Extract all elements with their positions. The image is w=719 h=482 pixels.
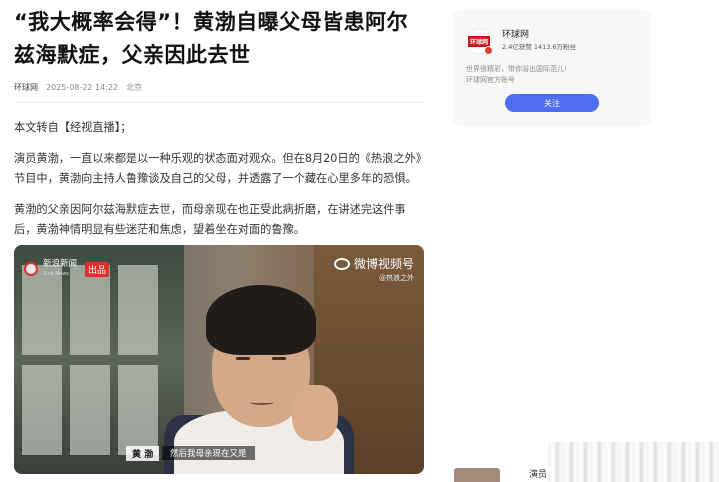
article-source[interactable]: 环球网 xyxy=(14,82,38,93)
subtitle-caption: 然后我母亲现在又是 xyxy=(162,446,255,460)
author-desc-line: 环球网官方账号 xyxy=(466,76,515,84)
divider xyxy=(14,102,424,103)
sina-logo-icon xyxy=(24,262,38,276)
weibo-logo-icon xyxy=(333,257,350,270)
article-paragraph: 本文转自【经视直播】； xyxy=(14,121,132,134)
related-title[interactable]: 演员 xyxy=(529,467,547,480)
author-card: 环球网 环球网 2.4亿获赞 1413.6万粉丝 世界很精彩，带你浴出国际范儿!… xyxy=(454,10,650,126)
watermark-text: 新浪新闻 xyxy=(43,259,78,269)
background-window xyxy=(14,245,184,474)
article-paragraph: 黄渤的父亲因阿尔兹海默症去世，而母亲现在也正受此病折磨，在讲述完这件事后，黄渤神… xyxy=(14,203,406,236)
article-meta: 环球网 2025-08-22 14:22 北京 xyxy=(14,82,424,93)
sina-news-watermark: 新浪新闻 Sina News 出品 xyxy=(24,259,110,279)
related-thumbnail[interactable] xyxy=(454,468,500,482)
weibo-video-watermark: 微博视频号 @热浪之外 xyxy=(333,255,414,283)
article-datetime: 2025-08-22 14:22 xyxy=(46,83,119,92)
article-location: 北京 xyxy=(126,83,143,92)
weibo-watermark-text: 微博视频号 xyxy=(353,257,414,271)
author-stats: 2.4亿获赞 1413.6万粉丝 xyxy=(502,43,577,51)
article: “我大概率会得”！黄渤自曝父母皆患阿尔兹海默症，父亲因此去世 环球网 2025-… xyxy=(14,0,424,240)
article-paragraph: 演员黄渤，一直以来都是以一种乐观的状态面对观众。但在8月20日的《热浪之外》节目… xyxy=(14,152,422,185)
weibo-watermark-subtext: @热浪之外 xyxy=(379,274,414,282)
verified-badge-icon xyxy=(484,46,493,55)
video-player[interactable]: 新浪新闻 Sina News 出品 微博视频号 @热浪之外 黄 渤 然后我母亲现… xyxy=(14,245,424,474)
produced-tag: 出品 xyxy=(85,261,110,277)
author-name[interactable]: 环球网 xyxy=(502,27,529,40)
watermark-subtext: Sina News xyxy=(43,271,69,277)
author-desc-line: 世界很精彩，带你浴出国际范儿! xyxy=(466,65,567,73)
follow-button[interactable]: 关注 xyxy=(505,94,599,112)
avatar-logo-text: 环球网 xyxy=(467,35,490,47)
blurred-overlay xyxy=(548,442,719,482)
subtitle-speaker: 黄 渤 xyxy=(126,446,160,461)
article-title: “我大概率会得”！黄渤自曝父母皆患阿尔兹海默症，父亲因此去世 xyxy=(14,10,409,67)
author-description: 世界很精彩，带你浴出国际范儿! 环球网官方账号 xyxy=(466,64,567,86)
